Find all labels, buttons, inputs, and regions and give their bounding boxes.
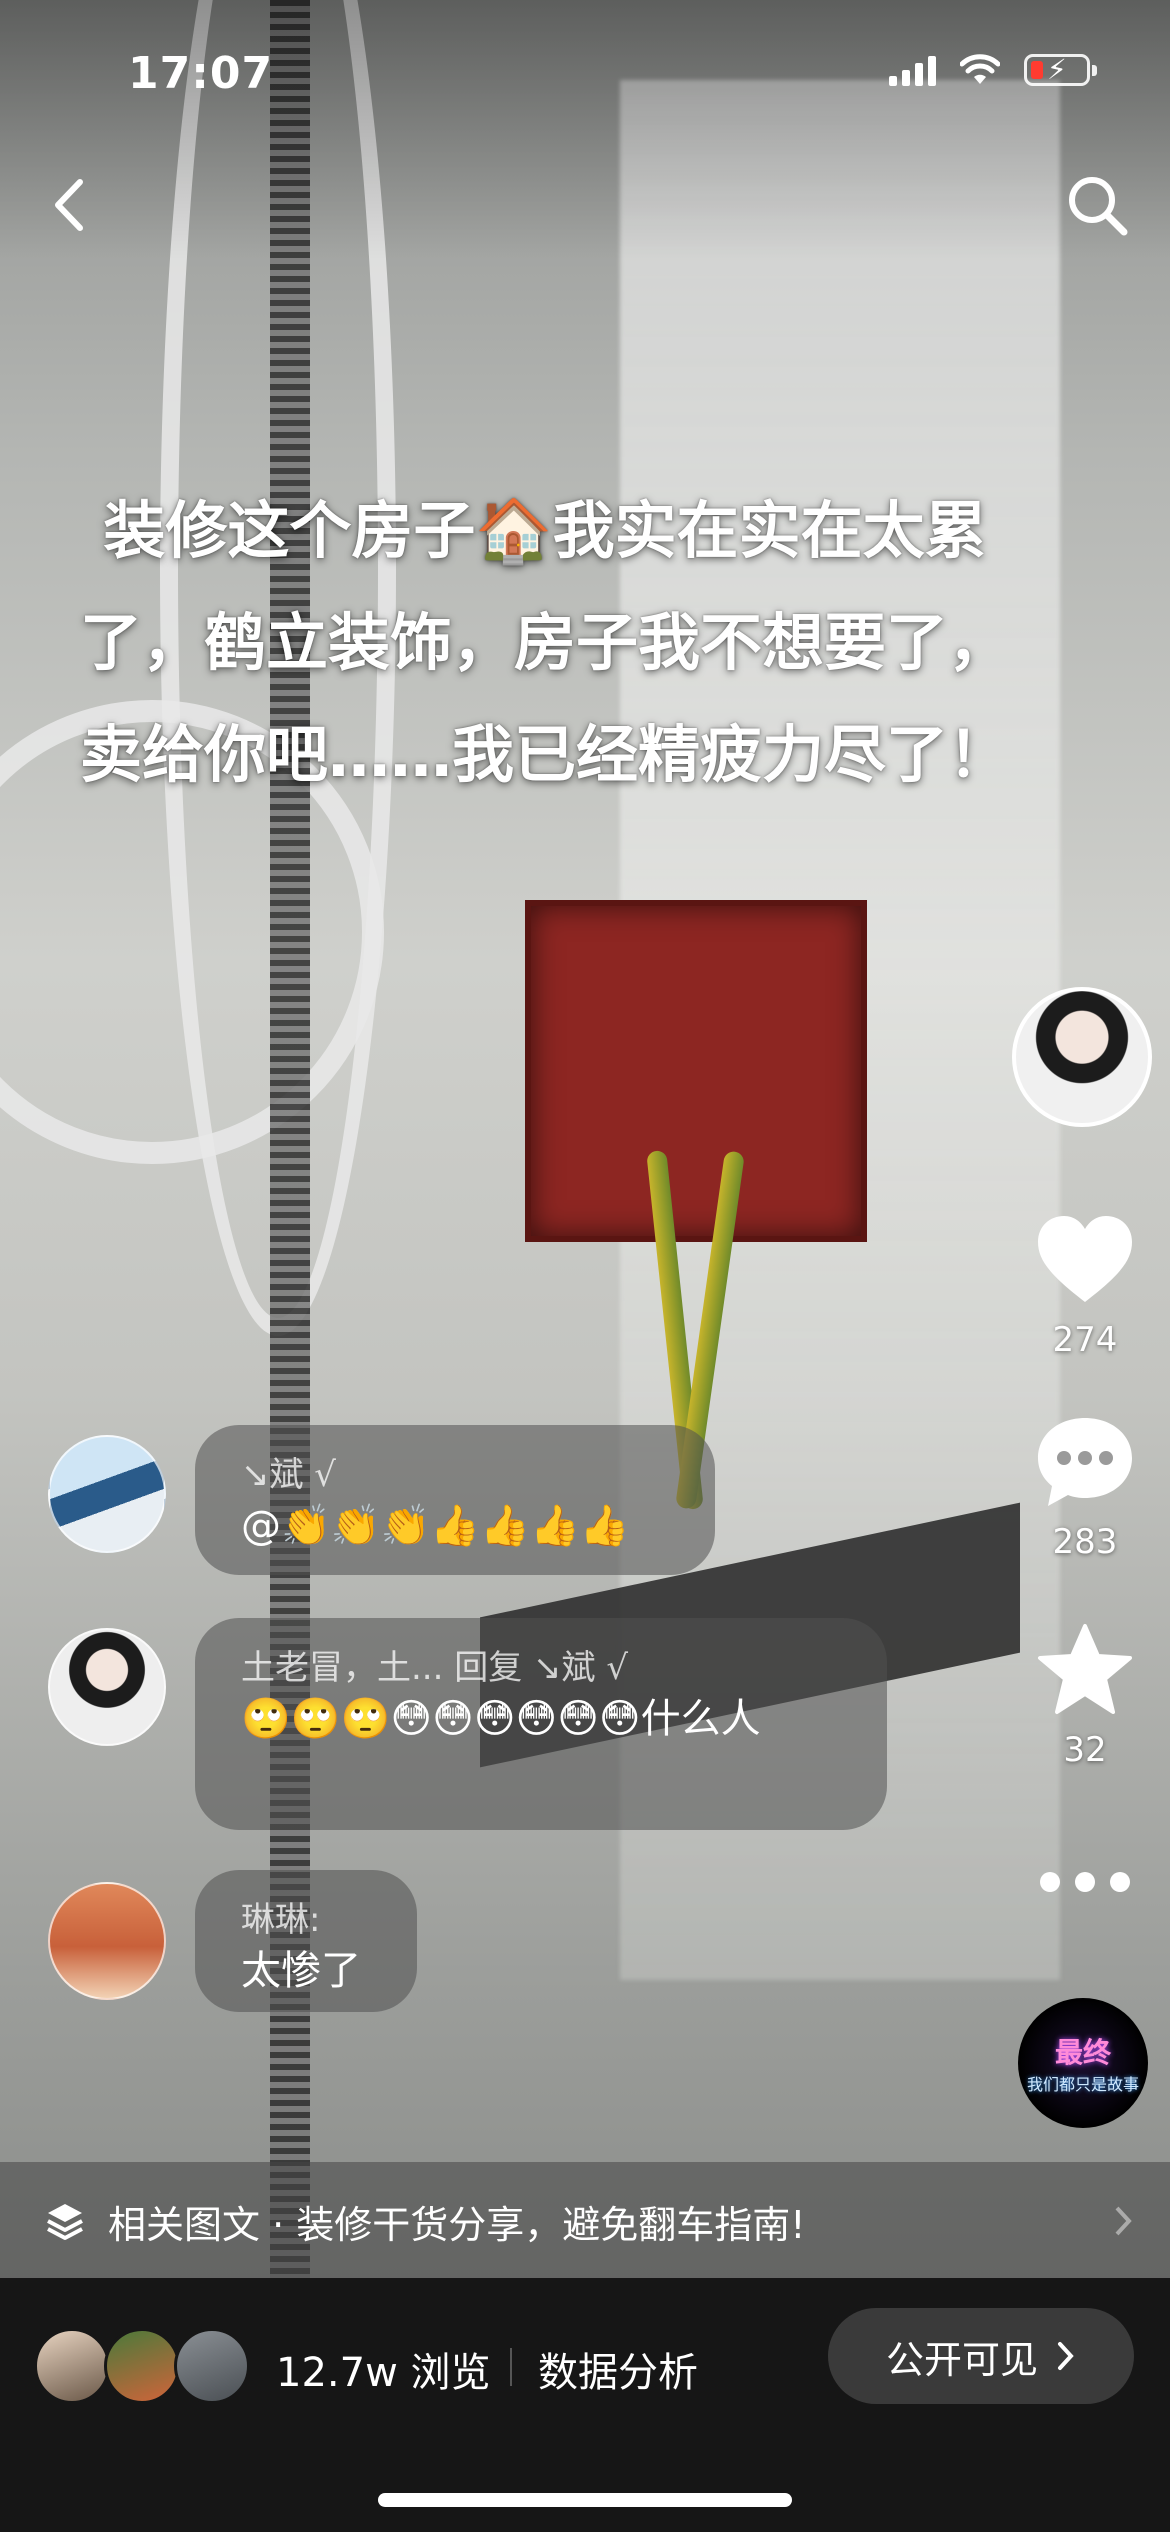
video-background-socket [525,900,867,1242]
bottom-bar: 12.7w 浏览 数据分析 公开可见 [0,2278,1170,2532]
related-posts-bar[interactable]: 相关图文 · 装修干货分享，避免翻车指南! [0,2162,1170,2280]
chevron-right-icon [1058,2342,1074,2370]
favorite-count: 32 [1063,1730,1107,1770]
comment-button[interactable]: 283 [1010,1412,1160,1562]
comment-text: 🙄🙄🙄😳😳😳😳😳😳什么人 [241,1696,761,1742]
comment-bubble[interactable]: 琳琳: 太惨了 [195,1870,417,2012]
search-button[interactable] [1062,170,1132,240]
music-disc[interactable]: 最终 我们都只是故事 [1018,1998,1148,2128]
video-caption: 装修这个房子🏠我实在实在太累了，鹤立装饰，房子我不想要了，卖给你吧……我已经精疲… [79,494,1010,791]
heart-icon [1038,1216,1132,1302]
comment-count: 283 [1052,1522,1118,1562]
viewer-avatar [174,2328,250,2404]
star-icon [1038,1624,1132,1714]
back-button[interactable] [40,170,100,240]
search-icon [1069,177,1128,236]
cellular-signal-icon [889,54,936,86]
home-indicator[interactable] [378,2493,792,2507]
related-posts-text: 相关图文 · 装修干货分享，避免翻车指南! [108,2202,806,2247]
chevron-right-icon [1115,2206,1132,2236]
comment-avatar[interactable] [48,1628,166,1746]
comment-bubble[interactable]: 土老冒，土... 回复 ↘斌 √ 🙄🙄🙄😳😳😳😳😳😳什么人 [195,1618,887,1830]
more-dots-icon [1040,1872,1130,1892]
comment-bubble-icon [1038,1418,1132,1506]
comment-avatar[interactable] [48,1882,166,2000]
music-title: 最终 [1054,2036,1111,2069]
status-time: 17:07 [128,48,274,99]
comment-text: @👏👏👏👍👍👍👍 [241,1503,630,1549]
visibility-label: 公开可见 [885,2337,1038,2382]
more-button[interactable] [1010,1862,1160,1906]
chevron-left-icon [55,179,83,231]
status-icons: ⚡ [889,53,1097,86]
favorite-button[interactable]: 32 [1010,1620,1160,1770]
visibility-button[interactable]: 公开可见 [828,2308,1134,2404]
top-shade [0,0,1170,260]
divider [510,2348,512,2386]
comment-author: 土老冒，土... 回复 ↘斌 √ [241,1648,628,1688]
comment-author: 琳琳: [241,1900,321,1940]
music-subtitle: 我们都只是故事 [1026,2075,1139,2094]
comment-avatar[interactable] [48,1435,166,1553]
comment-text: 太惨了 [241,1948,361,1994]
view-count[interactable]: 12.7w 浏览 [276,2340,491,2398]
data-analysis-link[interactable]: 数据分析 [538,2340,698,2398]
wifi-icon [960,54,1000,84]
viewer-avatar [34,2328,110,2404]
comment-bubble[interactable]: ↘斌 √ @👏👏👏👍👍👍👍 [195,1425,715,1575]
viewer-avatar [104,2328,180,2404]
author-avatar[interactable] [1012,987,1152,1127]
like-count: 274 [1052,1320,1118,1360]
comment-author: ↘斌 √ [241,1455,336,1495]
video-screen[interactable]: 17:07 ⚡ 装修这个房子🏠我实在实在太累了，鹤立装饰，房子我不想要了，卖给你… [0,0,1170,2532]
viewer-avatars[interactable] [34,2328,254,2404]
layers-icon [47,2204,83,2240]
like-button[interactable]: 274 [1010,1210,1160,1360]
battery-icon: ⚡ [1024,53,1097,86]
